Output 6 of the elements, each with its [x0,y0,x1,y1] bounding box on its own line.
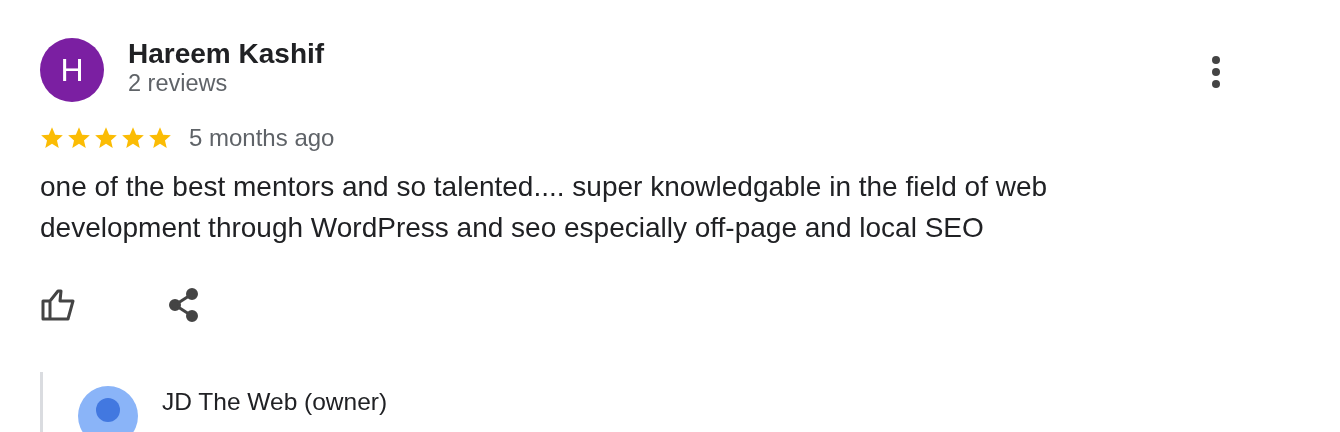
user-avatar[interactable]: H [40,38,104,102]
reviewer-name[interactable]: Hareem Kashif [128,40,1178,68]
owner-name: JD The Web (owner) [162,388,388,414]
review-count: 2 reviews [128,69,229,98]
review-time: 5 months ago [189,124,335,152]
review-text: one of the best mentors and so talented.... super knowledgable in the field of web development through WordPress and seo especially off-page and local SEO [40,170,1049,245]
